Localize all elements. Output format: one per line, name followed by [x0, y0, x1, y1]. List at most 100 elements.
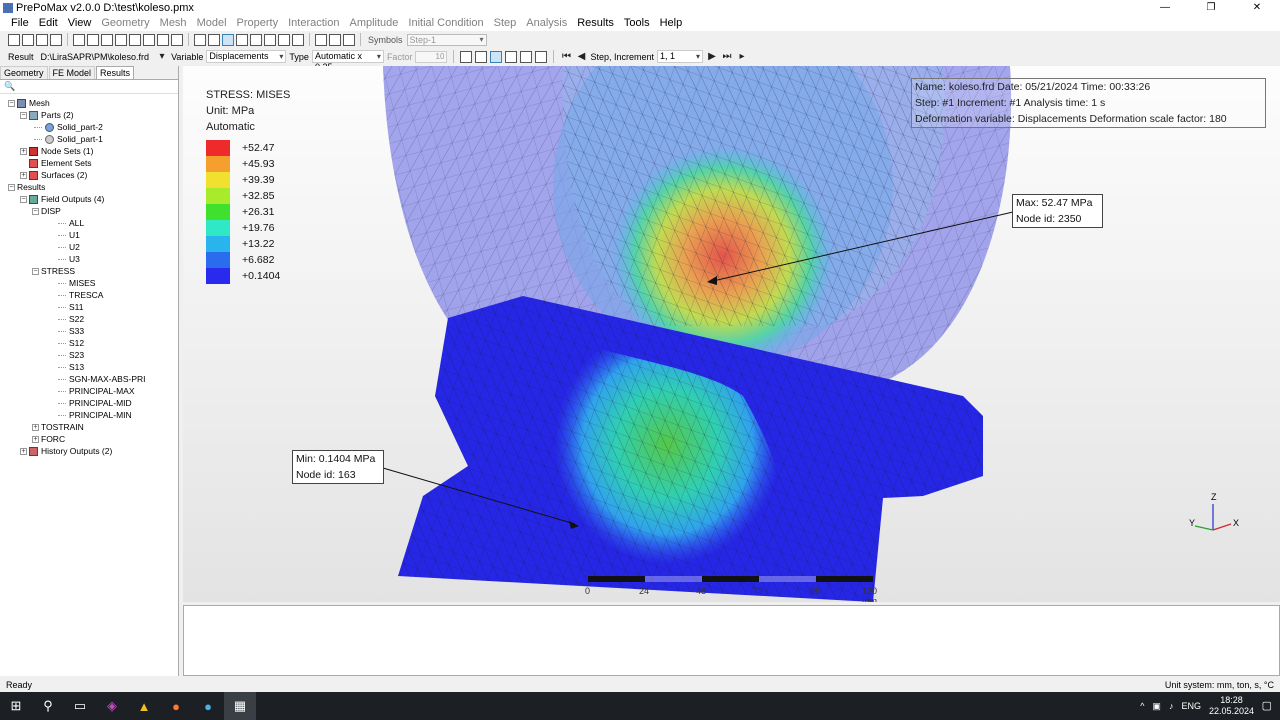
windows-start-icon[interactable]: ⊞: [0, 692, 32, 720]
tree-item-mesh[interactable]: − Mesh: [8, 97, 50, 109]
play-icon[interactable]: ▸: [736, 51, 748, 62]
new-file-icon[interactable]: [8, 33, 20, 46]
collapse-icon[interactable]: −: [20, 195, 27, 203]
menu-edit[interactable]: Edit: [34, 16, 63, 31]
color-contours-icon[interactable]: [490, 50, 503, 63]
tree-item-principal-max[interactable]: PRINCIPAL-MAX: [58, 385, 135, 397]
tree-item-disp-u1[interactable]: U1: [58, 229, 80, 241]
graphics-viewport[interactable]: STRESS: MISES Unit: MPa Automatic +52.47…: [183, 66, 1280, 602]
tree-item-mises[interactable]: MISES: [58, 277, 95, 289]
visibility-icon[interactable]: [329, 33, 341, 46]
tree-item-solid-part-1[interactable]: Solid_part-1: [34, 133, 103, 145]
notification-icon[interactable]: ▢: [1262, 699, 1272, 712]
tree-item-results[interactable]: − Results: [8, 181, 45, 193]
view-front-icon[interactable]: [87, 33, 99, 46]
menu-results[interactable]: Results: [572, 16, 619, 31]
menu-tools[interactable]: Tools: [619, 16, 655, 31]
maximize-button[interactable]: ❐: [1188, 0, 1234, 16]
variable-combo[interactable]: Displacements: [206, 50, 287, 63]
tree-item-disp[interactable]: − DISP: [32, 205, 61, 217]
expand-icon[interactable]: +: [20, 147, 27, 155]
tree-item-disp-u2[interactable]: U2: [58, 241, 80, 253]
tree-item-surfaces[interactable]: + Surfaces (2): [20, 169, 87, 181]
menu-interaction[interactable]: Interaction: [283, 16, 344, 31]
tree-item-s13[interactable]: S13: [58, 361, 84, 373]
open-file-icon[interactable]: [22, 33, 34, 46]
menu-amplitude[interactable]: Amplitude: [344, 16, 403, 31]
menu-analysis[interactable]: Analysis: [521, 16, 572, 31]
tab-fe-model[interactable]: FE Model: [48, 66, 96, 79]
result-combo[interactable]: D:\LiraSAPR\PM\koleso.frd: [37, 52, 154, 62]
app-tray-icon[interactable]: ◈: [96, 692, 128, 720]
tree-item-node-sets[interactable]: + Node Sets (1): [20, 145, 93, 157]
import-icon[interactable]: [36, 33, 48, 46]
view-iso-icon[interactable]: [171, 33, 183, 46]
query-icon[interactable]: [264, 33, 276, 46]
language-indicator[interactable]: ENG: [1181, 701, 1201, 711]
factor-input[interactable]: 10: [415, 50, 448, 63]
tree-item-s22[interactable]: S22: [58, 313, 84, 325]
step-combo[interactable]: Step-1: [406, 33, 487, 46]
tree-item-parts[interactable]: − Parts (2): [20, 109, 74, 121]
network-icon[interactable]: ▣: [1152, 701, 1161, 712]
minimize-button[interactable]: —: [1142, 0, 1188, 16]
expand-icon[interactable]: +: [20, 171, 27, 179]
save-icon[interactable]: [50, 33, 62, 46]
view-top-icon[interactable]: [115, 33, 127, 46]
task-view-icon[interactable]: ▭: [64, 692, 96, 720]
collapse-icon[interactable]: −: [20, 111, 27, 119]
menu-geometry[interactable]: Geometry: [96, 16, 154, 31]
explode-icon[interactable]: [250, 33, 262, 46]
result-dropdown-icon[interactable]: ▾: [156, 51, 168, 62]
view-left-icon[interactable]: [143, 33, 155, 46]
shaded-edges-icon[interactable]: [222, 33, 234, 46]
output-console[interactable]: [183, 605, 1280, 676]
collapse-icon[interactable]: −: [8, 99, 15, 107]
tree-item-element-sets[interactable]: Element Sets: [29, 157, 92, 169]
tree-item-solid-part-2[interactable]: Solid_part-2: [34, 121, 103, 133]
tree-item-s12[interactable]: S12: [58, 337, 84, 349]
clock[interactable]: 18:28 22.05.2024: [1209, 695, 1254, 717]
tree-item-s23[interactable]: S23: [58, 349, 84, 361]
tree-search[interactable]: 🔍: [0, 80, 178, 94]
expand-icon[interactable]: +: [32, 423, 39, 431]
view-right-icon[interactable]: [157, 33, 169, 46]
menu-step[interactable]: Step: [489, 16, 522, 31]
menu-help[interactable]: Help: [655, 16, 688, 31]
tree-item-tostrain[interactable]: + TOSTRAIN: [32, 421, 84, 433]
tree-item-stress[interactable]: − STRESS: [32, 265, 75, 277]
first-increment-icon[interactable]: ⏮: [560, 51, 572, 62]
volume-icon[interactable]: ♪: [1169, 701, 1174, 711]
menu-mesh[interactable]: Mesh: [155, 16, 192, 31]
transparency-icon[interactable]: [343, 33, 355, 46]
shaded-icon[interactable]: [194, 33, 206, 46]
menu-view[interactable]: View: [63, 16, 97, 31]
prepomax-taskbar-icon[interactable]: ▦: [224, 692, 256, 720]
collapse-icon[interactable]: −: [32, 267, 39, 275]
close-button[interactable]: ✕: [1234, 0, 1280, 16]
tree-item-s11[interactable]: S11: [58, 301, 84, 313]
menu-initial-condition[interactable]: Initial Condition: [403, 16, 488, 31]
show-icon[interactable]: [292, 33, 304, 46]
tree-item-tresca[interactable]: TRESCA: [58, 289, 103, 301]
next-increment-icon[interactable]: ▶: [706, 51, 718, 62]
section-view-icon[interactable]: [236, 33, 248, 46]
wireframe-icon[interactable]: [208, 33, 220, 46]
type-combo[interactable]: Automatic x 0.25: [311, 50, 384, 72]
tree-item-disp-u3[interactable]: U3: [58, 253, 80, 265]
tree-item-disp-all[interactable]: ALL: [58, 217, 84, 229]
expand-icon[interactable]: +: [32, 435, 39, 443]
warning-app-icon[interactable]: ▲: [128, 692, 160, 720]
mesh-contours-icon[interactable]: [505, 50, 518, 63]
previous-increment-icon[interactable]: ◀: [575, 51, 587, 62]
search-icon[interactable]: ⚲: [32, 692, 64, 720]
chevron-up-icon[interactable]: ^: [1140, 701, 1144, 711]
zoom-icon[interactable]: [73, 33, 85, 46]
menu-model[interactable]: Model: [192, 16, 232, 31]
browser-icon[interactable]: ●: [192, 692, 224, 720]
collapse-icon[interactable]: −: [32, 207, 39, 215]
tree-item-sgn-max-abs-pri[interactable]: SGN-MAX-ABS-PRI: [58, 373, 146, 385]
animation-icon[interactable]: [535, 50, 548, 63]
firefox-icon[interactable]: ●: [160, 692, 192, 720]
deformed-icon[interactable]: [475, 50, 488, 63]
